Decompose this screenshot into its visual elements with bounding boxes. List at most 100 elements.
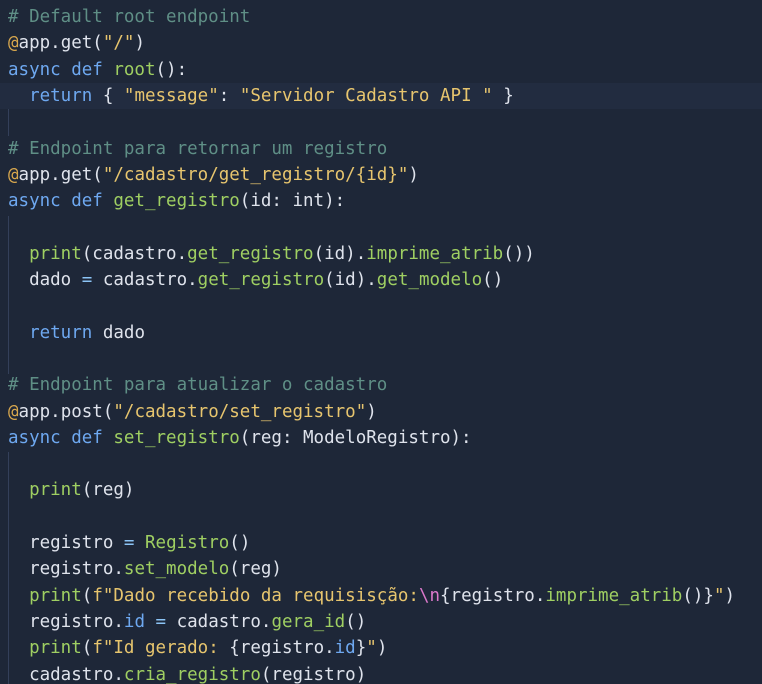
code-token: f"Dado recebido da requisisção: — [92, 585, 419, 606]
code-line[interactable]: print(f"Id gerado: {registro.id}") — [8, 635, 387, 661]
code-token: ()) — [503, 243, 535, 264]
code-token: () — [229, 533, 251, 553]
code-token: = — [81, 270, 93, 290]
code-token: cadastro. — [92, 270, 198, 290]
code-token: = — [123, 533, 135, 553]
code-token: get_registro — [197, 270, 325, 290]
code-token: async def — [8, 59, 114, 80]
code-token: " — [366, 638, 377, 659]
code-token: app.get( — [18, 33, 103, 54]
code-token: get_registro — [187, 243, 314, 264]
code-token: return — [29, 85, 93, 106]
code-line[interactable]: async def set_registro(reg: ModeloRegist… — [8, 425, 472, 451]
code-token: } — [355, 638, 367, 659]
code-token: get_registro — [113, 191, 240, 212]
code-token: f"Id gerado: — [92, 638, 230, 659]
code-line[interactable]: dado = cadastro.get_registro(id).get_mod… — [8, 267, 503, 293]
code-token: "/cadastro/set_registro" — [113, 401, 367, 422]
code-token: ) — [376, 638, 388, 659]
code-token: (reg: ModeloRegistro): — [239, 427, 472, 448]
code-token: Registro — [145, 533, 230, 553]
code-line[interactable]: print(cadastro.get_registro(id).imprime_… — [8, 241, 535, 267]
code-token: "Servidor Cadastro API " — [239, 85, 493, 106]
code-line[interactable]: return { "message": "Servidor Cadastro A… — [0, 82, 762, 110]
code-token: (reg) — [81, 480, 135, 501]
code-token: app.get( — [18, 164, 103, 185]
code-token: () — [345, 611, 367, 632]
code-token: set_modelo — [123, 559, 230, 580]
code-line[interactable]: @app.get("/cadastro/get_registro/{id}") — [8, 162, 419, 188]
code-line[interactable]: return dado — [8, 320, 145, 346]
code-token: root — [113, 59, 156, 80]
code-line[interactable]: print(f"Dado recebido da requisisção:\n{… — [8, 583, 735, 609]
code-token: # Endpoint para retornar um registro — [8, 138, 388, 159]
code-token: cria_registro — [123, 664, 261, 684]
code-token: (registro) — [260, 664, 367, 684]
code-line[interactable]: # Default root endpoint — [8, 4, 250, 30]
code-token: = — [155, 611, 167, 632]
code-token: (): — [155, 59, 188, 80]
code-line[interactable]: registro.set_modelo(reg) — [8, 556, 282, 582]
code-line[interactable]: @app.post("/cadastro/set_registro") — [8, 399, 377, 425]
code-line[interactable]: @app.get("/") — [8, 30, 145, 56]
code-token: ) — [134, 33, 145, 54]
code-token: {registro. — [229, 638, 335, 659]
code-token: # Default root endpoint — [8, 7, 251, 27]
code-token: ) — [408, 164, 419, 185]
code-token: app.post( — [18, 401, 114, 422]
code-line[interactable]: registro = Registro() — [8, 530, 250, 556]
code-token: cadastro. — [166, 611, 272, 632]
code-token: imprime_atrib — [366, 243, 504, 264]
code-token: registro — [8, 533, 124, 553]
code-token: { — [92, 85, 124, 106]
code-token: set_registro — [113, 427, 240, 448]
code-token: (id). — [313, 243, 367, 264]
code-line[interactable]: registro.id = cadastro.gera_id() — [8, 609, 366, 635]
code-line[interactable]: async def get_registro(id: int): — [8, 188, 345, 214]
code-token: ( — [81, 638, 93, 659]
code-token: @ — [8, 164, 19, 185]
code-token: cadastro. — [8, 664, 124, 684]
code-token: print — [29, 638, 82, 659]
code-line[interactable]: cadastro.cria_registro(registro) — [8, 662, 366, 684]
code-token: (cadastro. — [81, 243, 188, 264]
code-token: dado — [92, 322, 145, 343]
code-token: registro. — [8, 611, 124, 632]
code-token: {registro. — [440, 585, 546, 606]
code-token: print — [29, 480, 82, 501]
code-token: \n — [418, 585, 441, 606]
code-token: id — [334, 638, 356, 659]
code-editor[interactable]: # Default root endpoint @app.get("/") asyn… — [0, 0, 762, 684]
code-token: return — [29, 322, 93, 343]
code-token: "/" — [102, 33, 135, 54]
code-token: # Endpoint para atualizar o cadastro — [8, 375, 388, 396]
code-token: ) — [366, 401, 377, 422]
code-token: registro. — [8, 559, 124, 580]
code-token: dado — [8, 270, 82, 290]
code-token: get_modelo — [376, 270, 483, 290]
code-line[interactable]: async def root(): — [8, 57, 187, 83]
code-token: () — [482, 270, 504, 290]
code-token: ) — [724, 585, 736, 606]
code-token: @ — [8, 401, 19, 422]
code-token: gera_id — [271, 611, 346, 632]
code-token: (id: int): — [239, 191, 346, 212]
code-token: (reg) — [229, 559, 282, 580]
code-line[interactable]: print(reg) — [8, 477, 134, 503]
code-token: imprime_atrib — [545, 585, 683, 606]
code-line[interactable]: # Endpoint para atualizar o cadastro — [8, 372, 387, 398]
code-token: (id). — [324, 270, 377, 290]
code-token: : — [218, 85, 240, 106]
code-line[interactable]: # Endpoint para retornar um registro — [8, 136, 387, 162]
code-token: print — [29, 243, 82, 264]
code-token: ( — [81, 585, 93, 606]
code-token: @ — [8, 33, 19, 54]
code-token: "/cadastro/get_registro/{id}" — [102, 164, 409, 185]
